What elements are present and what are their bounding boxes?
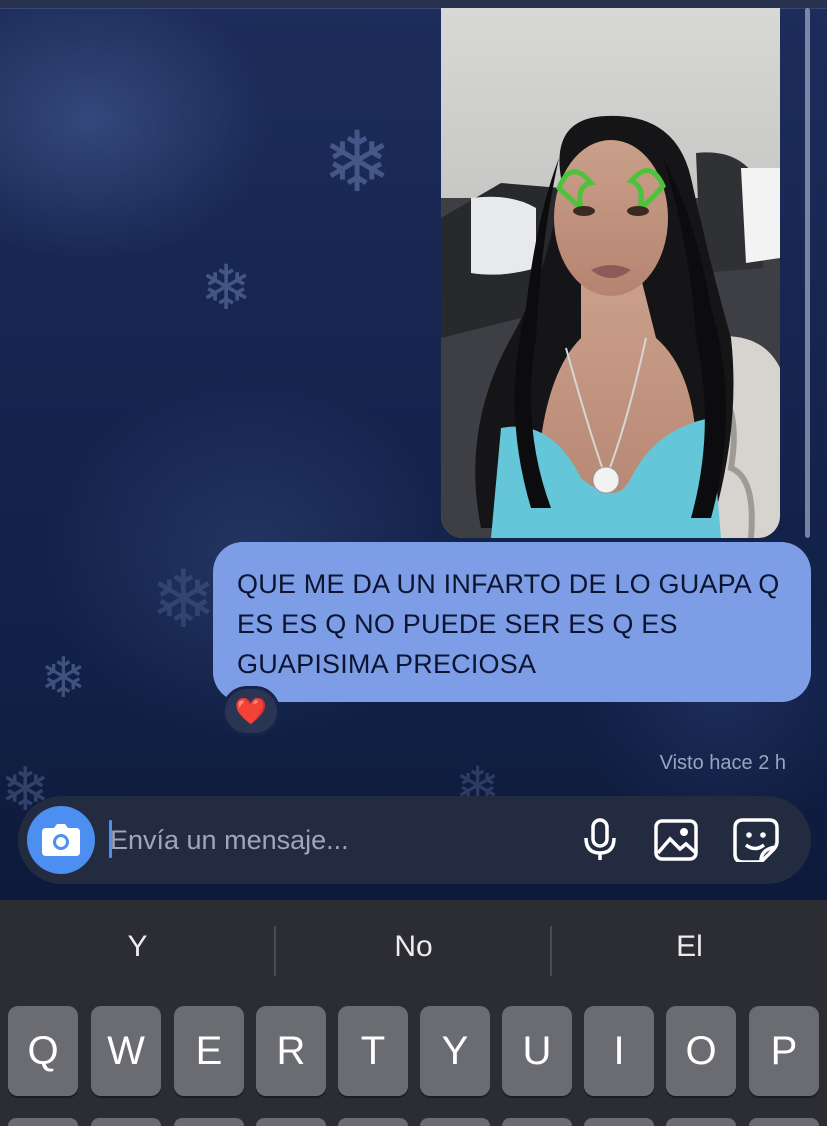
suggestion-2[interactable]: No [276,930,551,964]
heart-icon: ❤️ [234,695,268,726]
image-icon [654,819,698,861]
photo-message[interactable] [441,8,780,538]
key-e[interactable]: E [174,1006,244,1096]
suggestion-1[interactable]: Y [0,930,275,964]
camera-icon [42,824,80,856]
key-row2-edge [256,1118,326,1126]
key-row2-edge [666,1118,736,1126]
sticker-button[interactable] [732,816,780,864]
camera-button[interactable] [27,806,95,874]
key-i[interactable]: I [584,1006,654,1096]
message-input[interactable] [110,822,550,858]
key-u[interactable]: U [502,1006,572,1096]
keyboard: Y No El Q W E R T Y U I O P [0,900,827,1126]
key-row2-edge [749,1118,819,1126]
message-bubble[interactable]: QUE ME DA UN INFARTO DE LO GUAPA Q ES ES… [213,542,811,702]
snowflake-icon: ❄ [322,115,393,209]
chat-area[interactable]: ❄ ❄ ❄ ❄ ❄ ❄ QUE ME DA UN INFARTO DE LO G… [0,0,827,900]
key-t[interactable]: T [338,1006,408,1096]
seen-status: Visto hace 2 h [659,752,786,774]
key-row2-edge [420,1118,490,1126]
message-text: QUE ME DA UN INFARTO DE LO GUAPA Q ES ES… [237,569,780,679]
key-row2-edge [502,1118,572,1126]
heart-reaction-badge[interactable]: ❤️ [222,686,280,736]
suggestion-3[interactable]: El [552,930,827,964]
key-p[interactable]: P [749,1006,819,1096]
key-row2-edge [338,1118,408,1126]
snowflake-icon: ❄ [150,555,218,644]
key-row2-edge [174,1118,244,1126]
sticker-icon [733,818,779,862]
key-w[interactable]: W [91,1006,161,1096]
key-row2-edge [91,1118,161,1126]
key-o[interactable]: O [666,1006,736,1096]
key-y[interactable]: Y [420,1006,490,1096]
compose-bar [18,796,811,884]
microphone-button[interactable] [576,816,624,864]
gallery-button[interactable] [652,816,700,864]
key-r[interactable]: R [256,1006,326,1096]
key-row2-edge [8,1118,78,1126]
microphone-icon [584,818,616,860]
key-q[interactable]: Q [8,1006,78,1096]
key-row2-edge [584,1118,654,1126]
snowflake-icon: ❄ [40,646,87,709]
snowflake-icon: ❄ [200,254,252,323]
photo-illustration [441,8,780,538]
autocomplete-bar: Y No El [0,900,827,1000]
scrollbar-thumb[interactable] [805,8,810,538]
